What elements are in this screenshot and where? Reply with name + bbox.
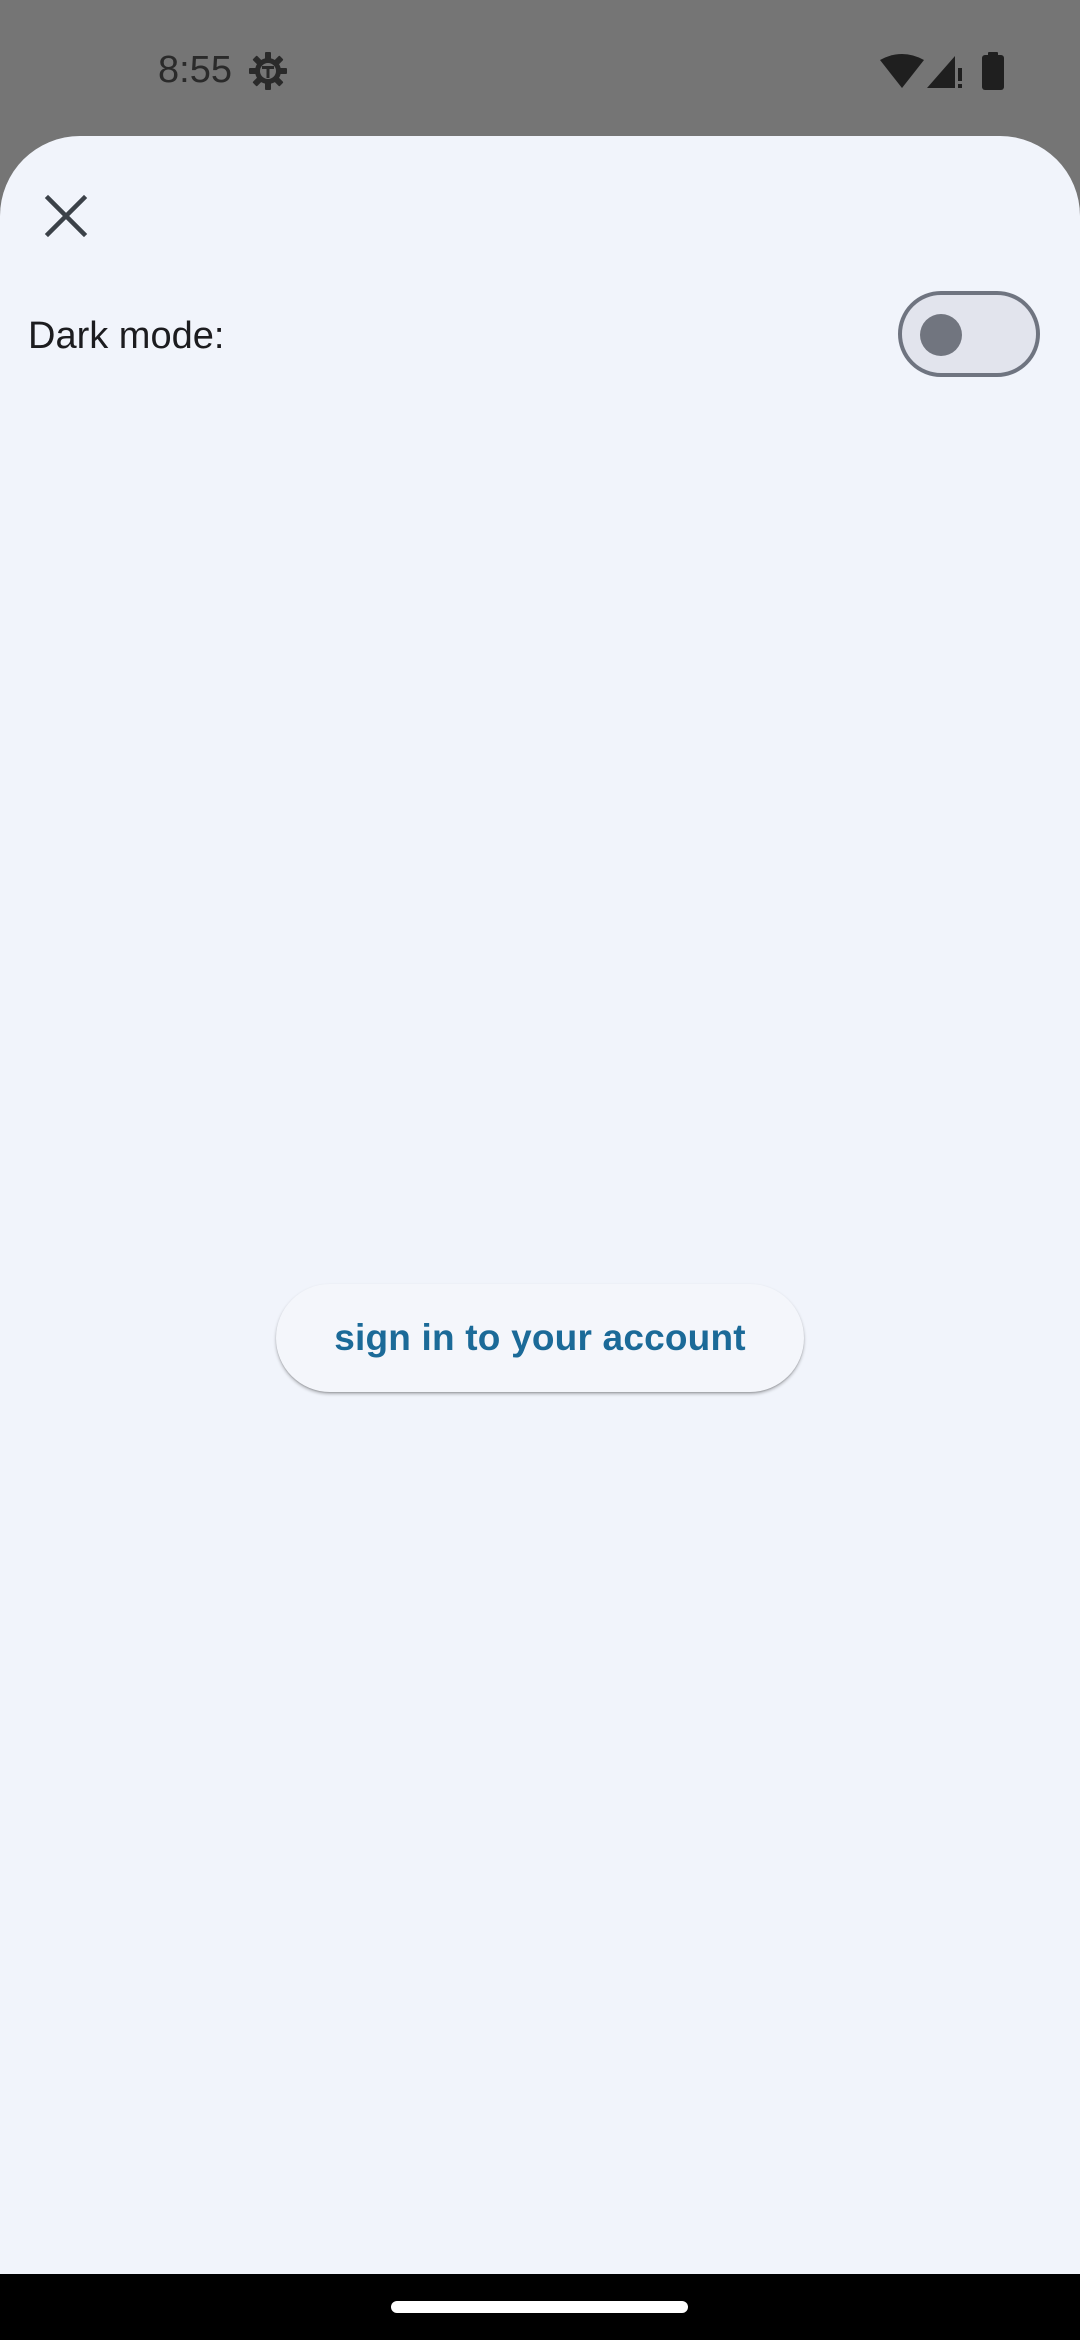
sign-in-button-label: sign in to your account: [334, 1317, 746, 1358]
toggle-thumb: [920, 314, 962, 356]
wifi-icon: [880, 54, 924, 88]
close-button[interactable]: [26, 176, 106, 256]
navigation-bar: [0, 2274, 1080, 2340]
cell-signal-icon: [927, 56, 962, 88]
home-gesture-handle[interactable]: [391, 2301, 688, 2313]
battery-icon: [982, 52, 1004, 90]
settings-gear-icon: [249, 52, 287, 90]
close-icon: [44, 194, 88, 238]
status-bar: 8:55: [0, 0, 1080, 136]
dark-mode-toggle[interactable]: [898, 291, 1040, 377]
sign-in-button[interactable]: sign in to your account: [276, 1284, 804, 1392]
status-time: 8:55: [158, 49, 232, 91]
bottom-sheet: Dark mode: sign in to your account: [0, 136, 1080, 2274]
dark-mode-label: Dark mode:: [28, 315, 225, 357]
dark-mode-setting: Dark mode:: [0, 286, 1080, 386]
